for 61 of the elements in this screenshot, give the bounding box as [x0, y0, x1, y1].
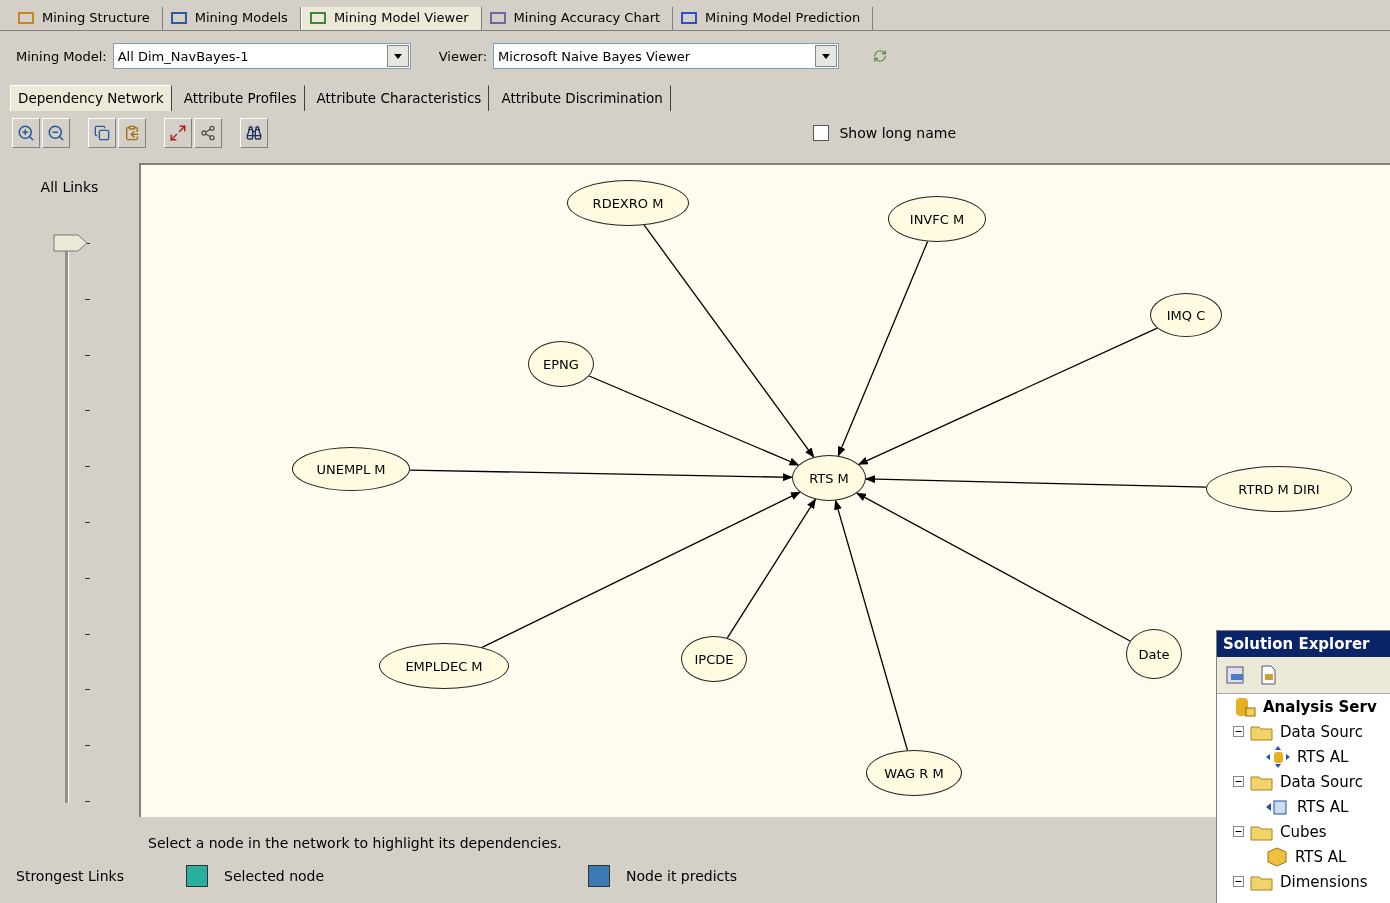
legend-label: Node it predicts	[626, 868, 738, 884]
fit-icon[interactable]	[164, 118, 192, 148]
database-icon	[1233, 695, 1257, 718]
network-node[interactable]: EMPLDEC M	[379, 643, 509, 689]
network-node[interactable]: INVFC M	[888, 196, 986, 242]
tab-icon	[18, 10, 34, 25]
designer-tab[interactable]: Mining Model Viewer	[300, 7, 482, 30]
slider-label: All Links	[40, 179, 99, 195]
hint-text: Select a node in the network to highlight its dependencies.	[148, 835, 563, 851]
tree-item[interactable]: RTS AL	[1295, 847, 1347, 866]
tab-icon	[309, 10, 326, 25]
designer-tab[interactable]: Mining Models	[162, 7, 301, 30]
network-node[interactable]: WAG R M	[866, 750, 962, 796]
clipboard-icon[interactable]	[118, 118, 146, 148]
tree-item[interactable]: Data Sourc	[1280, 772, 1363, 791]
expand-toggle[interactable]	[1233, 726, 1244, 737]
expand-toggle[interactable]	[1233, 776, 1244, 787]
viewer-dropdown[interactable]: Microsoft Naive Bayes Viewer	[493, 43, 840, 69]
designer-tab[interactable]: Mining Model Prediction	[673, 7, 874, 30]
zoom-out-icon[interactable]	[42, 118, 70, 148]
tab-icon	[681, 10, 698, 25]
layout-icon[interactable]	[194, 118, 222, 148]
network-node[interactable]: IPCDE	[681, 636, 747, 682]
copy-icon[interactable]	[88, 118, 116, 148]
tree-item[interactable]: Analysis Serv	[1263, 697, 1377, 716]
viewer-tab[interactable]: Attribute Characteristics	[308, 85, 490, 111]
mining-model-dropdown[interactable]: All Dim_NavBayes-1	[112, 43, 411, 69]
network-node[interactable]: EPNG	[528, 341, 594, 387]
viewer-tab[interactable]: Attribute Profiles	[175, 85, 305, 111]
properties-icon[interactable]	[1225, 664, 1247, 686]
designer-tab[interactable]: Mining Accuracy Chart	[481, 7, 674, 30]
legend-label: Selected node	[224, 868, 325, 884]
expand-toggle[interactable]	[1233, 876, 1244, 887]
checkbox-label: Show long name	[839, 125, 956, 141]
zoom-in-icon[interactable]	[12, 118, 40, 148]
tab-icon	[489, 10, 506, 25]
tree-item[interactable]: Data Sourc	[1280, 722, 1363, 741]
network-node[interactable]: RDEXRO M	[567, 180, 689, 226]
panel-title: Solution Explorer	[1217, 631, 1390, 657]
field-label: Mining Model:	[16, 48, 107, 64]
tab-icon	[170, 10, 187, 25]
tree-item[interactable]: RTS AL	[1297, 797, 1349, 816]
network-node[interactable]: UNEMPL M	[292, 447, 410, 491]
viewer-tab[interactable]: Attribute Discrimination	[493, 85, 671, 111]
field-label: Viewer:	[438, 48, 488, 64]
viewer-tab[interactable]: Dependency Network	[10, 85, 172, 111]
network-node[interactable]: RTRD M DIRI	[1206, 466, 1352, 512]
network-node[interactable]: IMQ C	[1150, 293, 1222, 337]
tree-item[interactable]: Cubes	[1280, 822, 1327, 841]
datasource-icon	[1265, 745, 1291, 768]
slider-label: Strongest Links	[16, 868, 125, 884]
checkbox[interactable]	[813, 125, 830, 141]
slider-thumb[interactable]	[52, 234, 89, 252]
find-icon[interactable]	[240, 118, 268, 148]
expand-toggle[interactable]	[1233, 826, 1244, 837]
tree-item[interactable]: Dimensions	[1280, 872, 1368, 891]
network-node[interactable]: RTS M	[792, 455, 866, 501]
designer-tab[interactable]: Mining Structure	[10, 7, 163, 30]
cube-icon	[1265, 845, 1289, 868]
tree-item[interactable]: RTS AL	[1297, 747, 1349, 766]
network-node[interactable]: Date	[1126, 629, 1182, 679]
